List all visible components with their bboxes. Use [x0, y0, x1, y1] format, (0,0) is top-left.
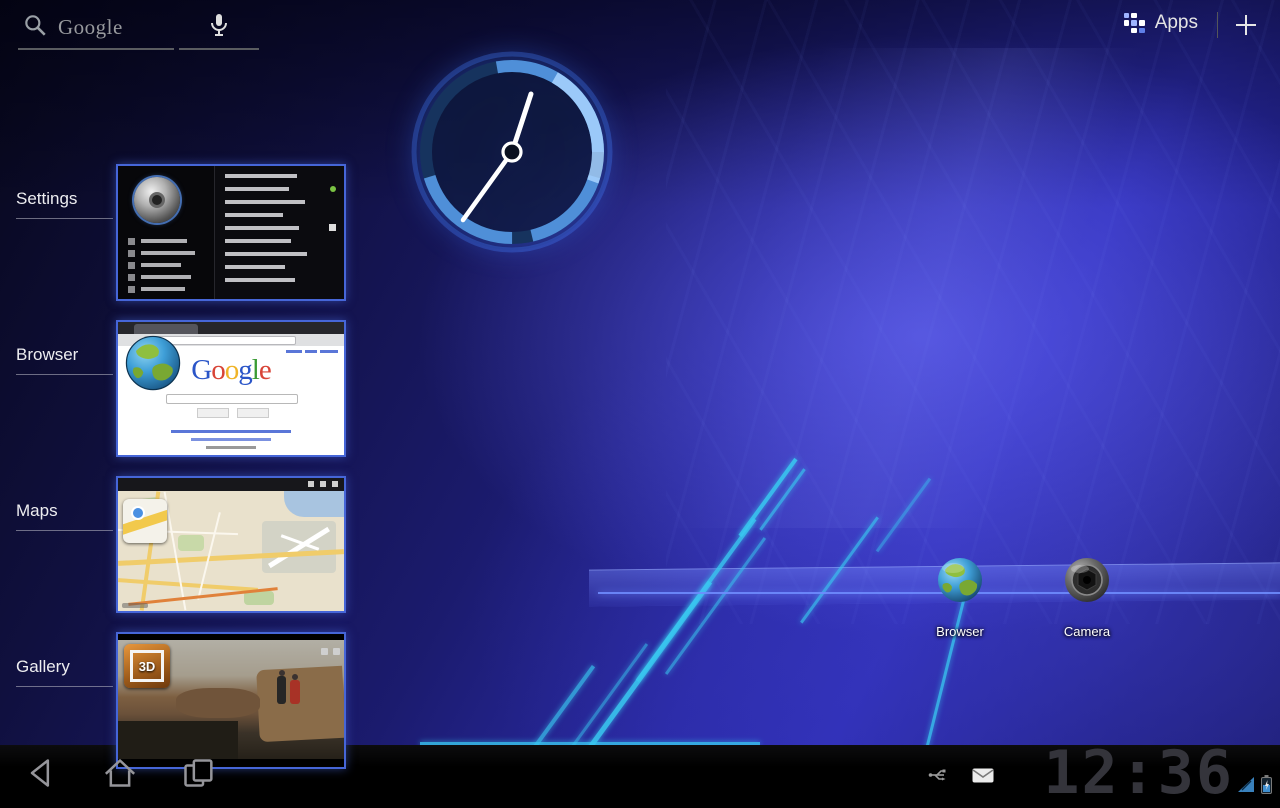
apps-grid-icon [1124, 13, 1145, 34]
maps-bar-icon [332, 481, 338, 487]
back-icon [22, 753, 62, 793]
photo-person [277, 676, 286, 704]
knob-center [149, 192, 165, 208]
maps-action-bar [118, 478, 344, 491]
footer-link-line [171, 430, 291, 433]
recent-item-label-settings[interactable]: Settings [16, 189, 113, 219]
browser-tab-bar [118, 322, 344, 334]
recent-item-label-gallery[interactable]: Gallery [16, 657, 113, 687]
text-line [225, 265, 285, 269]
search-box[interactable]: Google [18, 6, 174, 50]
email-notification-icon[interactable] [972, 768, 994, 783]
photo-person-head [292, 674, 298, 680]
analog-clock-widget[interactable] [402, 42, 622, 262]
system-clock[interactable]: 12:36 [1043, 745, 1234, 800]
shortcut-label: Browser [920, 624, 1000, 639]
maps-bar-icon [308, 481, 314, 487]
photo-person-red [290, 680, 300, 704]
settings-knob-icon [134, 177, 180, 223]
footer-text-line [206, 446, 256, 449]
shortcut-label: Camera [1047, 624, 1127, 639]
clock-face [402, 42, 622, 262]
badge-label: 3D [124, 644, 170, 688]
recent-thumbnail-settings[interactable] [116, 164, 346, 301]
logo-letter: e [259, 354, 271, 386]
camera-icon [1063, 556, 1111, 604]
settings-menu-row [128, 272, 191, 282]
map-airport [262, 521, 336, 573]
map-road [164, 492, 187, 611]
footer-link-line [191, 438, 271, 441]
apps-label: Apps [1155, 12, 1198, 34]
recent-thumbnail-browser[interactable]: Google [116, 320, 346, 457]
add-widget-button[interactable] [1232, 11, 1260, 39]
map-watermark [122, 603, 148, 608]
home-icon [100, 753, 140, 793]
recents-button[interactable] [178, 753, 218, 793]
page-links [286, 350, 338, 353]
settings-detail-pane [214, 166, 344, 299]
gallery-app-icon: 3D [124, 644, 170, 688]
settings-left-pane [118, 166, 214, 299]
search-buttons [197, 408, 269, 418]
signal-icon [1238, 777, 1254, 792]
browser-app-icon [124, 334, 182, 392]
browser-tab [134, 324, 198, 334]
text-line [225, 252, 307, 256]
photo-rock [176, 688, 260, 718]
shortcut-camera[interactable]: Camera [1047, 556, 1127, 639]
logo-letter: g [238, 354, 252, 386]
search-field-mini [166, 394, 298, 404]
browser-icon [936, 556, 984, 604]
recent-thumbnail-gallery[interactable]: 3D [116, 632, 346, 769]
text-line [225, 239, 291, 243]
shortcut-browser[interactable]: Browser [920, 556, 1000, 639]
home-button[interactable] [100, 753, 140, 793]
logo-letter: o [225, 354, 239, 386]
text-line [225, 200, 305, 204]
map-water [284, 491, 344, 517]
logo-letter: G [191, 354, 211, 386]
status-dot [330, 186, 336, 192]
recent-item-label-browser[interactable]: Browser [16, 345, 113, 375]
back-button[interactable] [22, 753, 62, 793]
maps-app-icon [123, 499, 167, 543]
map-canvas [118, 491, 344, 611]
google-search-widget[interactable]: Google [18, 6, 259, 50]
recent-thumbnail-maps[interactable] [116, 476, 346, 613]
settings-menu-row [128, 260, 181, 270]
plus-icon [1232, 11, 1260, 39]
map-park [178, 535, 204, 551]
recents-icon [178, 753, 218, 793]
text-line [225, 174, 297, 178]
text-line [225, 213, 283, 217]
usb-debug-icon[interactable] [928, 766, 946, 784]
text-line [225, 226, 299, 230]
logo-letter: o [211, 354, 225, 386]
maps-bar-icon [320, 481, 326, 487]
photo-person-head [279, 670, 285, 676]
photo-cliff [256, 666, 346, 742]
settings-menu-row [128, 236, 187, 246]
voice-search-button[interactable] [179, 6, 259, 50]
badge-stripe [123, 508, 167, 535]
text-line [225, 187, 289, 191]
settings-menu-row [128, 284, 185, 294]
logo-letter: l [252, 354, 259, 386]
map-road [118, 578, 258, 592]
checkbox-mark [329, 224, 336, 231]
topbar-divider [1217, 12, 1218, 38]
gallery-toolbar-icons [321, 648, 340, 655]
settings-menu-row [128, 248, 195, 258]
text-line [225, 278, 295, 282]
runway [268, 527, 330, 568]
apps-button[interactable]: Apps [1124, 12, 1198, 34]
recent-item-label-maps[interactable]: Maps [16, 501, 113, 531]
microphone-icon [207, 12, 231, 43]
google-logo: Google [58, 15, 123, 40]
badge-pin [131, 506, 145, 520]
search-icon [22, 12, 48, 43]
battery-icon [1261, 775, 1272, 794]
